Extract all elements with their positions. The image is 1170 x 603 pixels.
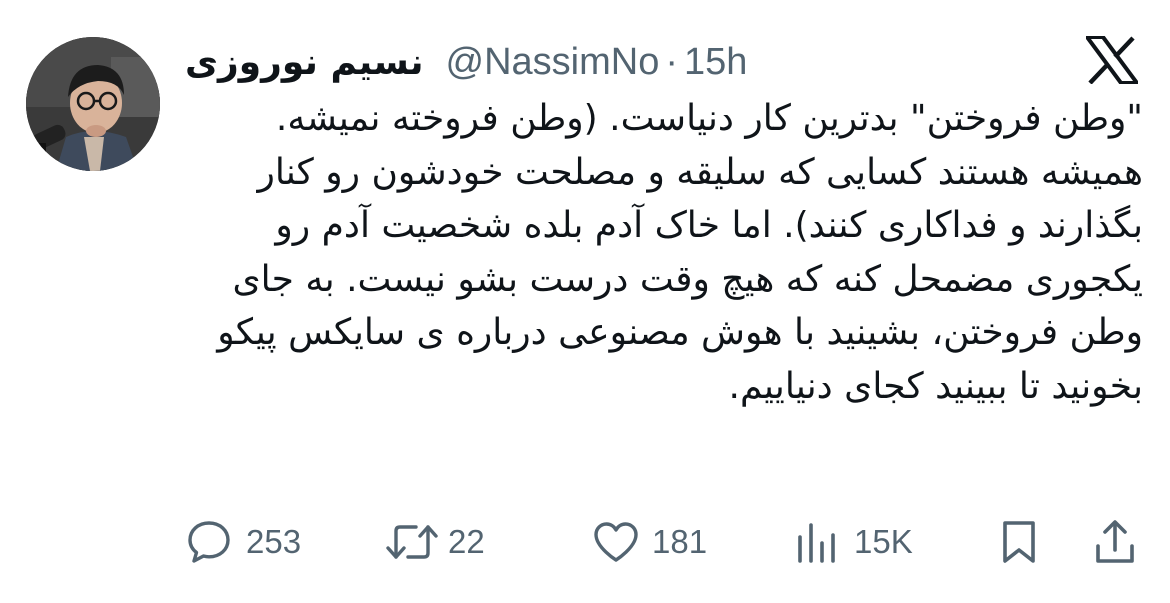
views-button[interactable]: 15K	[796, 512, 913, 572]
bar-chart-icon	[796, 519, 838, 565]
views-count: 15K	[854, 523, 913, 560]
reply-count: 253	[246, 523, 302, 560]
retweet-icon	[384, 519, 440, 565]
heart-icon	[592, 519, 640, 565]
comment-bubble-icon	[186, 519, 232, 565]
timestamp[interactable]: 15h	[684, 41, 747, 84]
avatar-photo	[26, 37, 160, 171]
like-button[interactable]: 181	[592, 512, 707, 572]
bookmark-icon	[999, 518, 1039, 566]
share-button[interactable]	[1094, 512, 1136, 572]
x-logo-icon[interactable]	[1083, 35, 1141, 85]
retweet-count: 22	[448, 523, 485, 560]
share-upload-icon	[1094, 518, 1136, 566]
tweet-card: نسیم نوروزی @NassimNo · 15h "وطن فروختن"…	[0, 0, 1170, 603]
reply-button[interactable]: 253	[186, 512, 301, 572]
avatar[interactable]	[26, 37, 160, 171]
tweet-header: نسیم نوروزی @NassimNo · 15h	[185, 34, 747, 90]
action-bar: 253 22 181 15K	[0, 512, 1170, 572]
user-handle[interactable]: @NassimNo	[446, 41, 660, 84]
display-name[interactable]: نسیم نوروزی	[185, 42, 424, 83]
separator-dot: ·	[665, 40, 679, 83]
retweet-button[interactable]: 22	[384, 512, 485, 572]
bookmark-button[interactable]	[999, 512, 1039, 572]
tweet-text: "وطن فروختن" بدترین کار دنیاست. (وطن فرو…	[217, 98, 1143, 407]
like-count: 181	[652, 523, 708, 560]
